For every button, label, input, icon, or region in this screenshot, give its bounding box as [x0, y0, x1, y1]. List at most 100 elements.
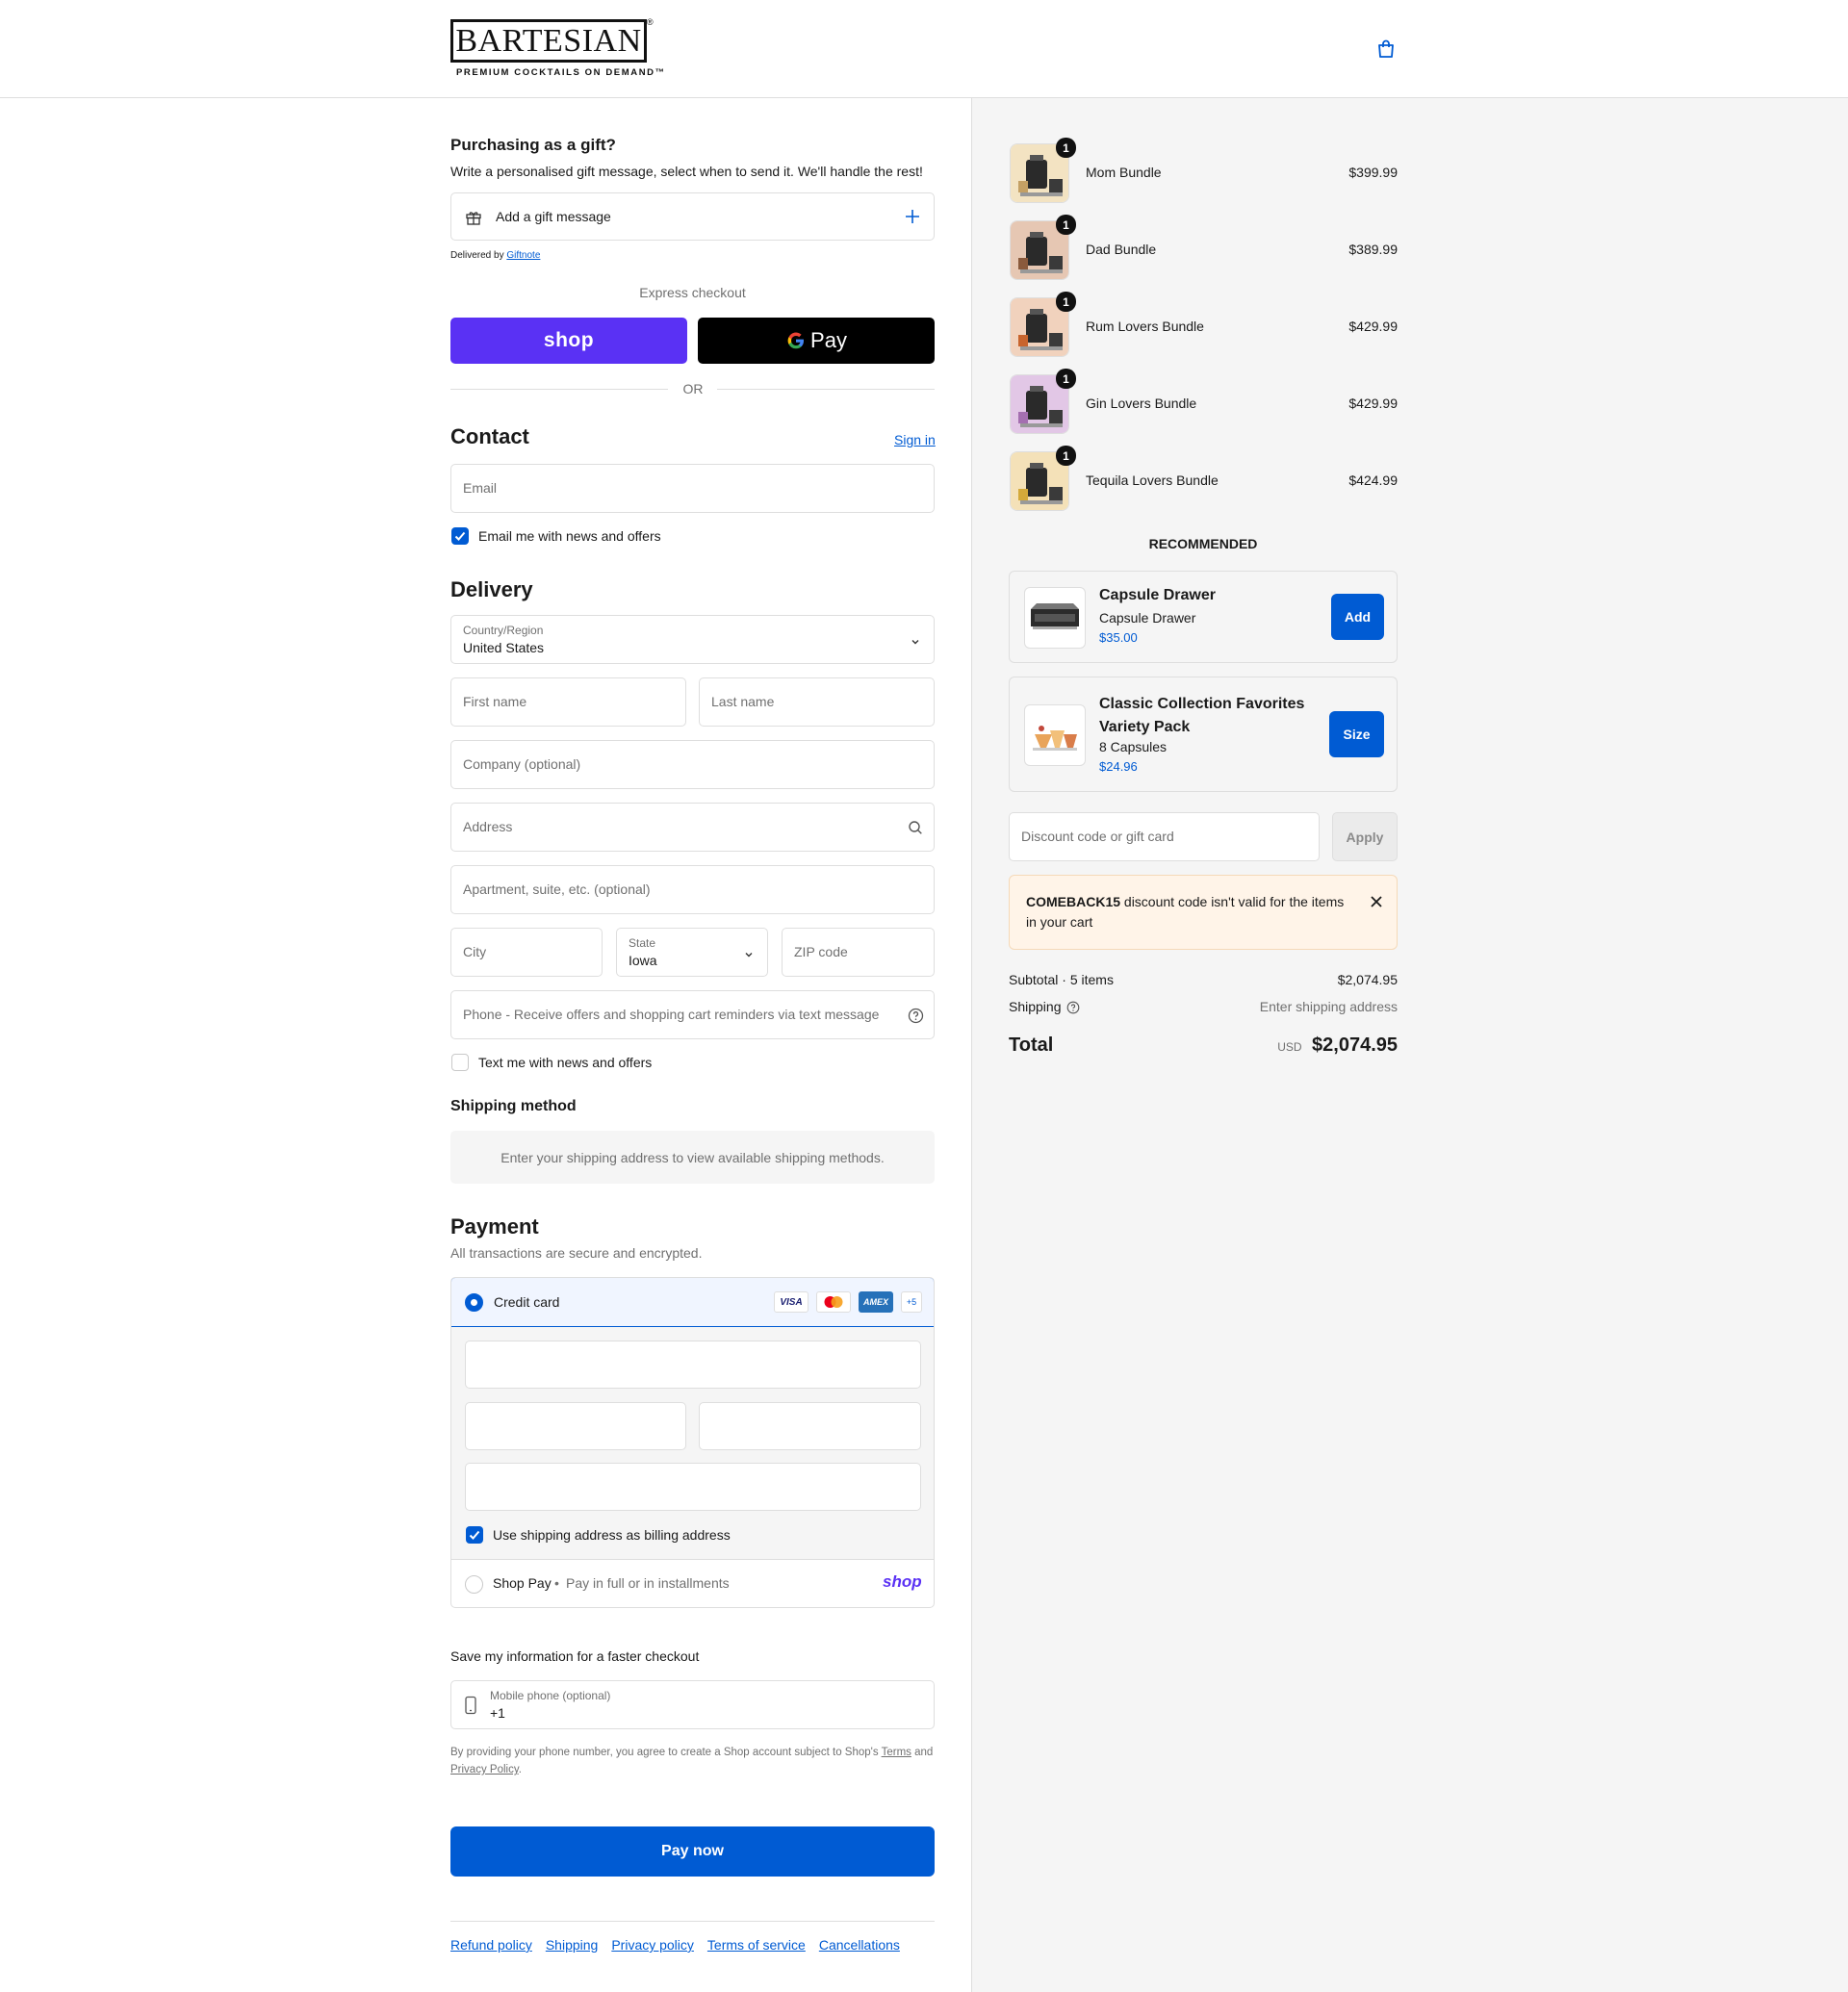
or-divider-right	[717, 389, 935, 390]
card-cvv-field[interactable]	[699, 1402, 921, 1450]
recommended-price: $35.00	[1099, 630, 1138, 645]
recommended-title: Capsule Drawer	[1099, 587, 1216, 603]
discount-error-banner: COMEBACK15 discount code isn't valid for…	[1009, 875, 1398, 950]
recommended-price: $24.96	[1099, 759, 1138, 774]
text-opt-in-label: Text me with news and offers	[478, 1055, 653, 1070]
credit-card-radio[interactable]	[465, 1293, 483, 1312]
state-value: Iowa	[629, 953, 657, 968]
bartesian-logo[interactable]: BARTESIAN ® PREMIUM COCKTAILS ON DEMAND™	[450, 17, 664, 79]
payment-methods: Credit card VISA AMEX +5 Use shipping ad…	[450, 1277, 935, 1608]
city-field[interactable]: City	[450, 928, 603, 977]
footer-divider	[450, 1921, 935, 1922]
mastercard-icon	[816, 1291, 851, 1313]
terms-of-service-link[interactable]: Terms of service	[707, 1937, 806, 1953]
refund-policy-link[interactable]: Refund policy	[450, 1937, 532, 1953]
recommended-card: Capsule Drawer Capsule Drawer $35.00 Add	[1009, 571, 1398, 663]
discount-code-field[interactable]: Discount code or gift card	[1009, 812, 1320, 861]
express-checkout-label: Express checkout	[639, 285, 746, 300]
cancellations-link[interactable]: Cancellations	[819, 1937, 900, 1953]
close-icon[interactable]	[1370, 895, 1383, 913]
add-gift-message-button[interactable]: Add a gift message	[450, 192, 935, 241]
billing-same-label: Use shipping address as billing address	[493, 1527, 731, 1543]
quantity-badge: 1	[1056, 446, 1076, 466]
or-divider-left	[450, 389, 668, 390]
gpay-label: Pay	[810, 328, 847, 352]
mobile-phone-field[interactable]: Mobile phone (optional) +1	[450, 1680, 935, 1729]
order-summary-panel	[971, 98, 1848, 1992]
delivered-by: Delivered by Giftnote	[450, 250, 540, 261]
apply-discount-button[interactable]: Apply	[1332, 812, 1398, 861]
quantity-badge: 1	[1056, 138, 1076, 158]
first-name-field[interactable]: First name	[450, 677, 686, 727]
text-opt-in-checkbox[interactable]	[451, 1054, 469, 1071]
chevron-down-icon	[910, 635, 921, 652]
check-icon	[454, 531, 466, 541]
quantity-badge: 1	[1056, 292, 1076, 312]
state-select[interactable]: State Iowa	[616, 928, 768, 977]
credit-card-label: Credit card	[494, 1294, 560, 1310]
country-select[interactable]: Country/Region United States	[450, 615, 935, 664]
address-field[interactable]: Address	[450, 803, 935, 852]
delivered-by-text: Delivered by	[450, 250, 504, 261]
card-expiry-field[interactable]	[465, 1402, 686, 1450]
address-placeholder: Address	[463, 819, 513, 834]
select-size-button[interactable]: Size	[1329, 711, 1384, 757]
gift-subtext: Write a personalised gift message, selec…	[450, 164, 923, 179]
shipping-value: Enter shipping address	[1259, 999, 1398, 1014]
phone-field[interactable]: Phone - Receive offers and shopping cart…	[450, 990, 935, 1039]
discount-error-message: COMEBACK15 discount code isn't valid for…	[1026, 892, 1353, 932]
subtotal-value: $2,074.95	[1337, 972, 1398, 987]
google-g-icon	[785, 330, 807, 351]
gift-icon	[465, 209, 482, 231]
header: BARTESIAN ® PREMIUM COCKTAILS ON DEMAND™	[0, 0, 1848, 98]
shopping-bag-icon[interactable]	[1375, 38, 1397, 60]
shop-pay-label: Shop Pay	[493, 1575, 552, 1591]
shop-privacy-link[interactable]: Privacy Policy	[450, 1764, 519, 1775]
credit-card-option[interactable]: Credit card VISA AMEX +5	[451, 1278, 934, 1327]
shipping-method-heading: Shipping method	[450, 1098, 577, 1114]
card-name-field[interactable]	[465, 1463, 921, 1511]
company-field[interactable]: Company (optional)	[450, 740, 935, 789]
contact-heading: Contact	[450, 424, 529, 448]
or-label: OR	[682, 381, 704, 396]
sign-in-link[interactable]: Sign in	[894, 432, 936, 447]
shop-terms-link[interactable]: Terms	[882, 1747, 911, 1758]
email-field[interactable]: Email	[450, 464, 935, 513]
save-info-legal: By providing your phone number, you agre…	[450, 1744, 935, 1778]
last-name-field[interactable]: Last name	[699, 677, 935, 727]
logo-tagline: PREMIUM COCKTAILS ON DEMAND™	[456, 67, 666, 78]
recommended-title: Classic Collection Favorites Variety Pac…	[1099, 696, 1305, 735]
billing-same-checkbox[interactable]	[466, 1526, 483, 1544]
legal-period: .	[518, 1764, 522, 1775]
save-info-heading: Save my information for a faster checkou…	[450, 1648, 700, 1664]
help-circle-icon[interactable]	[908, 1008, 924, 1029]
apartment-field[interactable]: Apartment, suite, etc. (optional)	[450, 865, 935, 914]
more-cards-badge: +5	[901, 1291, 922, 1313]
item-name: Gin Lovers Bundle	[1086, 396, 1197, 411]
zip-field[interactable]: ZIP code	[782, 928, 935, 977]
shipping-policy-link[interactable]: Shipping	[546, 1937, 599, 1953]
shop-pay-radio[interactable]	[465, 1575, 483, 1594]
giftnote-link[interactable]: Giftnote	[506, 250, 540, 261]
shop-pay-sub: Pay in full or in installments	[566, 1575, 730, 1591]
shop-pay-separator: •	[554, 1575, 559, 1591]
shipping-help-icon[interactable]	[1066, 1001, 1080, 1019]
card-number-field[interactable]	[465, 1341, 921, 1389]
country-value: United States	[463, 640, 545, 655]
privacy-policy-link[interactable]: Privacy policy	[611, 1937, 694, 1953]
recommended-sub: 8 Capsules	[1099, 739, 1168, 754]
email-opt-in-checkbox[interactable]	[451, 527, 469, 545]
total-label: Total	[1009, 1034, 1054, 1056]
amex-icon: AMEX	[859, 1291, 893, 1313]
total-amount: USD $2,074.95	[1277, 1034, 1398, 1057]
shipping-method-notice: Enter your shipping address to view avai…	[500, 1149, 885, 1165]
pay-now-button[interactable]: Pay now	[450, 1826, 935, 1877]
logo-registered-mark: ®	[647, 17, 654, 27]
gift-button-label: Add a gift message	[496, 209, 611, 224]
shop-pay-option[interactable]: Shop Pay • Pay in full or in installment…	[451, 1560, 934, 1607]
shop-pay-express-button[interactable]: shop	[450, 318, 687, 364]
total-currency: USD	[1277, 1040, 1302, 1054]
add-capsule-drawer-button[interactable]: Add	[1331, 594, 1384, 640]
item-price: $399.99	[1348, 165, 1398, 180]
google-pay-button[interactable]: Pay	[698, 318, 935, 364]
